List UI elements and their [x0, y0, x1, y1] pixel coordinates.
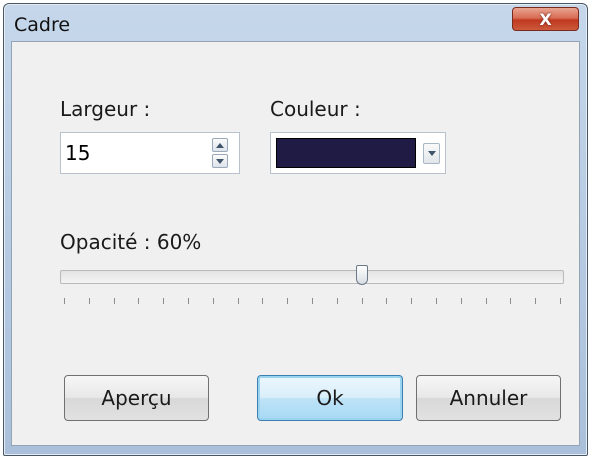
slider-tick [411, 298, 412, 304]
slider-tick [560, 298, 561, 304]
slider-tick [163, 298, 164, 304]
slider-tick [510, 298, 511, 304]
slider-tick [461, 298, 462, 304]
dialog-window: Cadre X Largeur : Couleur : Opacité : 60… [3, 3, 588, 456]
cancel-button[interactable]: Annuler [416, 375, 561, 421]
arrow-up-icon [216, 142, 224, 148]
slider-tick [138, 298, 139, 304]
opacity-label: Opacité : 60% [60, 230, 202, 254]
slider-tick [287, 298, 288, 304]
color-dropdown-button[interactable] [423, 143, 440, 164]
slider-tick [312, 298, 313, 304]
spin-down-button[interactable] [212, 154, 228, 168]
slider-tick [262, 298, 263, 304]
width-spinbox [60, 132, 240, 174]
slider-tick [114, 298, 115, 304]
slider-tick [386, 298, 387, 304]
color-picker[interactable] [270, 132, 446, 174]
spin-up-button[interactable] [212, 138, 228, 152]
color-label: Couleur : [270, 97, 361, 121]
close-button[interactable]: X [512, 7, 579, 31]
chevron-down-icon [427, 151, 436, 156]
width-input[interactable] [65, 139, 195, 167]
close-icon: X [539, 9, 552, 29]
slider-tick [362, 298, 363, 304]
ok-button[interactable]: Ok [257, 375, 403, 421]
arrow-down-icon [216, 158, 224, 164]
slider-tick [89, 298, 90, 304]
window-title: Cadre [14, 14, 71, 36]
slider-tick [188, 298, 189, 304]
slider-tick [337, 298, 338, 304]
dialog-client-area: Largeur : Couleur : Opacité : 60% Aperçu… [11, 41, 580, 446]
title-bar[interactable]: Cadre X [4, 4, 587, 38]
opacity-slider-thumb[interactable] [356, 265, 369, 285]
color-swatch [276, 138, 416, 168]
slider-tick [238, 298, 239, 304]
slider-tick [486, 298, 487, 304]
slider-tick [436, 298, 437, 304]
slider-tick [213, 298, 214, 304]
width-label: Largeur : [60, 97, 151, 121]
slider-tick [64, 298, 65, 304]
preview-button[interactable]: Aperçu [64, 375, 209, 421]
opacity-slider-track[interactable] [60, 270, 564, 284]
slider-tick [535, 298, 536, 304]
